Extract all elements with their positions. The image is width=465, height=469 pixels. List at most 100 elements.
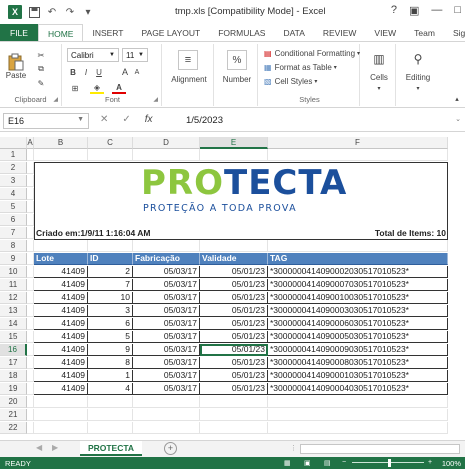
shrink-font-button[interactable]: A (132, 66, 142, 78)
row-header-21[interactable]: 21 (0, 409, 27, 421)
grid-cell[interactable] (27, 227, 34, 239)
borders-icon[interactable]: ⊞ (68, 82, 82, 94)
grid-cell[interactable] (268, 396, 448, 408)
table-cell[interactable]: 41409 (34, 266, 88, 278)
underline-button[interactable]: U (94, 66, 104, 78)
grid-cell[interactable] (27, 357, 34, 369)
table-cell[interactable]: 05/01/23 (200, 370, 268, 382)
grid-cell[interactable] (27, 253, 34, 265)
grid-cell[interactable] (27, 279, 34, 291)
table-cell[interactable]: 1 (88, 370, 133, 382)
editing-button-label[interactable]: Editing (398, 72, 438, 82)
cells-button-label[interactable]: Cells (362, 72, 396, 82)
insert-function-icon[interactable]: fx (145, 114, 153, 125)
font-color-icon[interactable]: A (112, 82, 126, 94)
table-cell[interactable]: 7 (88, 279, 133, 291)
table-cell[interactable]: 9 (88, 344, 133, 356)
grid-cell[interactable] (88, 396, 133, 408)
grid-cell[interactable] (268, 409, 448, 421)
row-header-20[interactable]: 20 (0, 396, 27, 408)
chevron-down-icon[interactable]: ▾ (398, 84, 438, 92)
grid-cell[interactable] (268, 149, 448, 161)
table-cell[interactable]: 05/03/17 (133, 331, 200, 343)
fill-color-icon[interactable]: ◈ (90, 82, 104, 94)
clipboard-launcher-icon[interactable]: ◢ (53, 96, 58, 103)
table-header-id[interactable]: ID (88, 253, 133, 265)
column-header-f[interactable]: F (268, 137, 448, 149)
table-header-tag[interactable]: TAG (268, 253, 448, 265)
row-header-16[interactable]: 16 (0, 344, 27, 356)
table-cell[interactable]: 05/03/17 (133, 305, 200, 317)
collapse-ribbon-icon[interactable]: ▴ (452, 94, 462, 104)
table-cell[interactable]: *300000041409000803051701052​3* (268, 357, 448, 369)
restore-icon[interactable]: □ (454, 4, 461, 17)
row-header-10[interactable]: 10 (0, 266, 27, 278)
grid-cell[interactable] (200, 409, 268, 421)
grid-cell[interactable] (268, 240, 448, 252)
grid-cell[interactable] (133, 422, 200, 434)
table-cell[interactable]: 05/01/23 (200, 279, 268, 291)
expand-formula-bar-icon[interactable]: ⌄ (455, 115, 461, 123)
row-header-1[interactable]: 1 (0, 149, 27, 161)
table-cell[interactable]: *300000041409000703051701052​3* (268, 279, 448, 291)
table-cell[interactable]: 8 (88, 357, 133, 369)
row-header-5[interactable]: 5 (0, 201, 27, 213)
binoculars-icon[interactable]: ⚲ (408, 50, 428, 68)
grid-cell[interactable] (133, 396, 200, 408)
undo-icon[interactable]: ↶ (46, 6, 58, 18)
row-header-19[interactable]: 19 (0, 383, 27, 395)
row-header-11[interactable]: 11 (0, 279, 27, 291)
table-cell[interactable]: 41409 (34, 331, 88, 343)
grid-cell[interactable] (27, 188, 34, 200)
table-cell[interactable]: 3 (88, 305, 133, 317)
grow-font-button[interactable]: A (120, 66, 130, 78)
grid-cell[interactable] (27, 214, 34, 226)
table-cell[interactable]: *300000041409000103051701052​3* (268, 370, 448, 382)
grid-cell[interactable] (27, 162, 34, 174)
table-cell[interactable]: 2 (88, 266, 133, 278)
column-header-c[interactable]: C (88, 137, 133, 149)
table-cell[interactable]: 05/01/23 (200, 344, 268, 356)
format-as-table-button[interactable]: ▦ Format as Table ▾ (264, 61, 358, 73)
grid-cell[interactable] (200, 396, 268, 408)
table-cell[interactable]: 05/03/17 (133, 370, 200, 382)
grid-cell[interactable] (27, 370, 34, 382)
font-size-select[interactable]: 11 ▼ (122, 48, 148, 62)
table-cell[interactable]: 41409 (34, 383, 88, 395)
tab-formulas[interactable]: FORMULAS (209, 24, 274, 42)
grid-cell[interactable] (88, 422, 133, 434)
table-cell[interactable]: 6 (88, 318, 133, 330)
grid-cell[interactable] (34, 409, 88, 421)
grid-cell[interactable] (27, 344, 34, 356)
formula-input[interactable]: 1/5/2023 (186, 115, 223, 126)
copy-icon[interactable]: ⧉ (34, 63, 48, 75)
table-cell[interactable]: 41409 (34, 357, 88, 369)
row-header-9[interactable]: 9 (0, 253, 27, 265)
table-cell[interactable]: 10 (88, 292, 133, 304)
tab-page-layout[interactable]: PAGE LAYOUT (132, 24, 209, 42)
row-header-13[interactable]: 13 (0, 305, 27, 317)
table-cell[interactable]: 41409 (34, 370, 88, 382)
table-header-validade[interactable]: Validade (200, 253, 268, 265)
row-header-7[interactable]: 7 (0, 227, 27, 239)
grid-cell[interactable] (27, 266, 34, 278)
grid-cell[interactable] (27, 240, 34, 252)
page-layout-view-icon[interactable]: ▣ (304, 459, 311, 467)
zoom-level[interactable]: 100% (442, 459, 461, 468)
table-cell[interactable]: 05/01/23 (200, 318, 268, 330)
table-cell[interactable]: 41409 (34, 344, 88, 356)
ribbon-display-icon[interactable]: ▣ (409, 4, 419, 17)
font-launcher-icon[interactable]: ◢ (153, 96, 158, 103)
table-cell[interactable]: *300000041409000903051701052​3* (268, 344, 448, 356)
grid-cell[interactable] (27, 149, 34, 161)
table-header-lote[interactable]: Lote (34, 253, 88, 265)
table-cell[interactable]: 05/01/23 (200, 331, 268, 343)
table-cell[interactable]: 41409 (34, 292, 88, 304)
tab-view[interactable]: VIEW (365, 24, 405, 42)
row-header-15[interactable]: 15 (0, 331, 27, 343)
cancel-icon[interactable]: ✕ (100, 114, 108, 125)
grid-cell[interactable] (88, 240, 133, 252)
grid-cell[interactable] (200, 240, 268, 252)
paste-button[interactable]: Paste (3, 48, 29, 84)
row-header-3[interactable]: 3 (0, 175, 27, 187)
